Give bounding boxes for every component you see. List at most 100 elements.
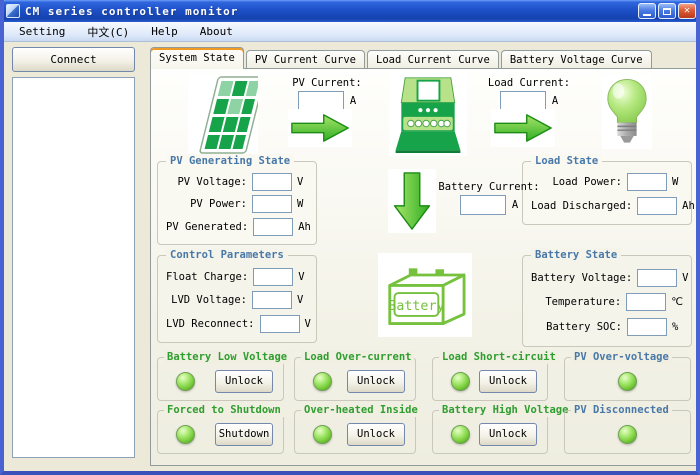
pv-voltage-unit: V xyxy=(292,176,308,188)
arrow-right-pv-icon xyxy=(288,109,352,147)
battery-current-field: Battery Current: A xyxy=(429,181,549,215)
menu-language[interactable]: 中文(C) xyxy=(76,22,140,42)
temperature-input[interactable] xyxy=(626,293,666,311)
load-power-unit: W xyxy=(667,176,683,188)
battery-voltage-input[interactable] xyxy=(637,269,677,287)
lvd-reconnect-unit: V xyxy=(300,318,316,330)
field-row: Float Charge: V xyxy=(166,268,308,286)
status-led xyxy=(313,425,332,444)
field-row: Load Power: W xyxy=(531,173,683,191)
lvd-voltage-input[interactable] xyxy=(252,291,292,309)
tab-strip: System State PV Current Curve Load Curre… xyxy=(150,47,652,69)
unlock-button[interactable]: Unlock xyxy=(215,370,273,393)
alarm-forced-to-shutdown: Forced to Shutdown Shutdown xyxy=(157,410,284,454)
alarm-battery-low-voltage: Battery Low Voltage Unlock xyxy=(157,357,284,401)
pv-current-input[interactable] xyxy=(298,91,344,111)
load-power-input[interactable] xyxy=(627,173,667,191)
pv-power-input[interactable] xyxy=(252,195,292,213)
alarm-title: Over-heated Inside xyxy=(301,403,421,417)
app-icon xyxy=(6,4,20,18)
alarm-pv-over-voltage: PV Over-voltage xyxy=(564,357,691,401)
unlock-button[interactable]: Unlock xyxy=(479,370,537,393)
float-charge-input[interactable] xyxy=(253,268,293,286)
unlock-button[interactable]: Unlock xyxy=(479,423,537,446)
lvd-voltage-unit: V xyxy=(292,294,308,306)
pv-current-field: PV Current: A xyxy=(271,77,383,111)
field-row: Battery Voltage: V xyxy=(531,269,683,287)
battery-current-label: Battery Current: xyxy=(438,181,539,193)
tab-battery-voltage-curve[interactable]: Battery Voltage Curve xyxy=(501,50,652,69)
arrow-right-load-icon xyxy=(491,109,555,147)
pv-voltage-input[interactable] xyxy=(252,173,292,191)
alarm-title: Load Short-circuit xyxy=(439,350,559,364)
tab-system-state[interactable]: System State xyxy=(150,47,244,69)
float-charge-label: Float Charge: xyxy=(166,271,253,283)
shutdown-button[interactable]: Shutdown xyxy=(215,423,273,446)
window-title: CM series controller monitor xyxy=(25,5,638,18)
alarm-battery-high-voltage: Battery High Voltage Unlock xyxy=(432,410,548,454)
app-window: CM series controller monitor ✕ Setting 中… xyxy=(0,0,700,475)
temperature-label: Temperature: xyxy=(531,296,626,308)
menu-bar: Setting 中文(C) Help About xyxy=(0,22,700,42)
menu-help[interactable]: Help xyxy=(140,23,189,40)
tab-load-current-curve[interactable]: Load Current Curve xyxy=(367,50,499,69)
close-icon: ✕ xyxy=(684,6,690,16)
pv-power-unit: W xyxy=(292,198,308,210)
status-led xyxy=(618,425,637,444)
connect-button[interactable]: Connect xyxy=(12,47,135,72)
status-led xyxy=(451,425,470,444)
menu-about[interactable]: About xyxy=(189,23,244,40)
load-current-input[interactable] xyxy=(500,91,546,111)
control-parameters-title: Control Parameters xyxy=(166,248,288,262)
load-discharged-input[interactable] xyxy=(637,197,677,215)
minimize-icon xyxy=(643,14,651,16)
maximize-button[interactable] xyxy=(658,3,676,19)
alarm-over-heated-inside: Over-heated Inside Unlock xyxy=(294,410,416,454)
tab-pv-current-curve[interactable]: PV Current Curve xyxy=(246,50,365,69)
battery-soc-label: Battery SOC: xyxy=(531,321,627,333)
battery-voltage-label: Battery Voltage: xyxy=(531,272,637,284)
pv-voltage-label: PV Voltage: xyxy=(166,176,252,188)
device-list[interactable] xyxy=(12,77,135,458)
field-row: Load Discharged: Ah xyxy=(531,197,683,215)
alarm-title: Battery Low Voltage xyxy=(164,350,290,364)
minimize-button[interactable] xyxy=(638,3,656,19)
unlock-button[interactable]: Unlock xyxy=(347,370,405,393)
solar-panel-icon xyxy=(188,74,258,156)
battery-soc-unit: % xyxy=(667,321,683,333)
pv-generated-input[interactable] xyxy=(253,218,293,236)
field-row: PV Power: W xyxy=(166,195,308,213)
pv-generating-state-group: PV Generating State PV Voltage: V PV Pow… xyxy=(157,161,317,245)
load-state-title: Load State xyxy=(531,154,602,168)
load-current-unit: A xyxy=(552,95,558,107)
alarm-load-short-circuit: Load Short-circuit Unlock xyxy=(432,357,548,401)
load-discharged-unit: Ah xyxy=(677,200,693,212)
alarm-title: Load Over-current xyxy=(301,350,414,364)
battery-current-unit: A xyxy=(512,199,518,211)
close-button[interactable]: ✕ xyxy=(678,3,696,19)
alarm-load-over-current: Load Over-current Unlock xyxy=(294,357,416,401)
light-bulb-icon xyxy=(602,75,652,149)
field-row: PV Voltage: V xyxy=(166,173,308,191)
float-charge-unit: V xyxy=(293,271,309,283)
title-bar[interactable]: CM series controller monitor ✕ xyxy=(0,0,700,22)
pv-generating-state-title: PV Generating State xyxy=(166,154,294,168)
menu-setting[interactable]: Setting xyxy=(8,23,76,40)
unlock-button[interactable]: Unlock xyxy=(347,423,405,446)
alarm-title: Battery High Voltage xyxy=(439,403,571,417)
status-led xyxy=(176,425,195,444)
battery-icon-label: Battery xyxy=(388,299,444,314)
system-state-panel: PV Current: A xyxy=(150,68,697,466)
pv-generated-unit: Ah xyxy=(293,221,309,233)
status-led xyxy=(451,372,470,391)
load-current-field: Load Current: A xyxy=(473,77,585,111)
pv-generated-label: PV Generated: xyxy=(166,221,253,233)
battery-current-input[interactable] xyxy=(460,195,506,215)
pv-current-label: PV Current: xyxy=(292,77,362,89)
lvd-reconnect-input[interactable] xyxy=(260,315,300,333)
battery-soc-input[interactable] xyxy=(627,318,667,336)
battery-state-group: Battery State Battery Voltage: V Tempera… xyxy=(522,255,692,347)
control-parameters-group: Control Parameters Float Charge: V LVD V… xyxy=(157,255,317,343)
battery-state-title: Battery State xyxy=(531,248,621,262)
field-row: PV Generated: Ah xyxy=(166,218,308,236)
